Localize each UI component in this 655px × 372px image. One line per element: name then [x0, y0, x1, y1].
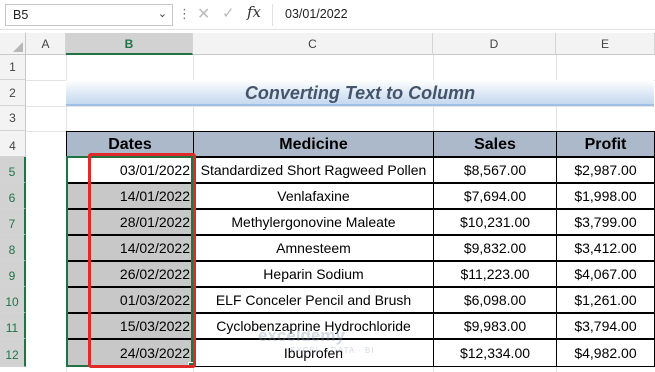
- date-cell[interactable]: 14/02/2022: [66, 235, 194, 261]
- profit-cell[interactable]: $3,799.00: [556, 209, 655, 235]
- column-header-b[interactable]: B: [66, 33, 193, 55]
- column-header-e[interactable]: E: [556, 33, 655, 55]
- table-header-sales[interactable]: Sales: [433, 131, 557, 157]
- name-box-value: B5: [13, 8, 29, 22]
- table-header-profit[interactable]: Profit: [556, 131, 655, 157]
- medicine-cell[interactable]: Heparin Sodium: [193, 261, 434, 287]
- table-header-dates[interactable]: Dates: [66, 131, 194, 157]
- row-header-5[interactable]: 5: [0, 157, 26, 183]
- sales-cell[interactable]: $12,334.00: [433, 339, 557, 367]
- sales-cell[interactable]: $6,098.00: [433, 287, 557, 313]
- gridline: [26, 106, 655, 107]
- medicine-cell[interactable]: Standardized Short Ragweed Pollen: [193, 157, 434, 183]
- row-header-6[interactable]: 6: [0, 183, 26, 209]
- date-cell[interactable]: 26/02/2022: [66, 261, 194, 287]
- row-header-9[interactable]: 9: [0, 261, 26, 287]
- column-header-d[interactable]: D: [433, 33, 556, 55]
- column-header-c[interactable]: C: [193, 33, 433, 55]
- table-header-medicine[interactable]: Medicine: [193, 131, 434, 157]
- sheet-title: Converting Text to Column: [244, 83, 476, 103]
- row-header-8[interactable]: 8: [0, 235, 26, 261]
- date-cell[interactable]: 01/03/2022: [66, 287, 194, 313]
- select-all-triangle-icon: [13, 42, 23, 52]
- row-header-1[interactable]: 1: [0, 55, 26, 80]
- medicine-cell[interactable]: Amnesteem: [193, 235, 434, 261]
- fill-handle[interactable]: [188, 362, 194, 368]
- profit-cell[interactable]: $1,998.00: [556, 183, 655, 209]
- profit-cell[interactable]: $3,794.00: [556, 313, 655, 339]
- row-header-12[interactable]: 12: [0, 339, 26, 367]
- row-header-11[interactable]: 11: [0, 313, 26, 339]
- sales-cell[interactable]: $7,694.00: [433, 183, 557, 209]
- formula-bar: B5 ⌄ ⋮ ✕ ✓ fx 03/01/2022: [0, 0, 655, 30]
- medicine-cell[interactable]: Ibuprofen: [193, 339, 434, 367]
- date-cell[interactable]: 14/01/2022: [66, 183, 194, 209]
- row-header-4[interactable]: 4: [0, 131, 26, 157]
- name-box[interactable]: B5 ⌄: [5, 4, 173, 26]
- profit-cell[interactable]: $2,987.00: [556, 157, 655, 183]
- medicine-cell[interactable]: ELF Conceler Pencil and Brush: [193, 287, 434, 313]
- row-header-10[interactable]: 10: [0, 287, 26, 313]
- sales-cell[interactable]: $8,567.00: [433, 157, 557, 183]
- enter-icon[interactable]: ✓: [222, 4, 235, 22]
- sales-cell[interactable]: $11,223.00: [433, 261, 557, 287]
- medicine-cell[interactable]: Venlafaxine: [193, 183, 434, 209]
- medicine-cell[interactable]: Cyclobenzaprine Hydrochloride: [193, 313, 434, 339]
- column-header-a[interactable]: A: [26, 33, 66, 55]
- row-header-7[interactable]: 7: [0, 209, 26, 235]
- profit-cell[interactable]: $1,261.00: [556, 287, 655, 313]
- medicine-cell[interactable]: Methylergonovine Maleate: [193, 209, 434, 235]
- row-header-3[interactable]: 3: [0, 106, 26, 131]
- date-cell[interactable]: 24/03/2022: [66, 339, 194, 367]
- chevron-down-icon[interactable]: ⌄: [158, 7, 167, 20]
- row-header-2[interactable]: 2: [0, 80, 26, 106]
- select-all-button[interactable]: [0, 33, 26, 55]
- sales-cell[interactable]: $9,983.00: [433, 313, 557, 339]
- profit-cell[interactable]: $4,067.00: [556, 261, 655, 287]
- sales-cell[interactable]: $10,231.00: [433, 209, 557, 235]
- profit-cell[interactable]: $3,412.00: [556, 235, 655, 261]
- formula-input-value: 03/01/2022: [285, 7, 348, 21]
- formula-input[interactable]: 03/01/2022: [272, 4, 650, 26]
- date-cell[interactable]: 03/01/2022: [66, 157, 194, 183]
- sales-cell[interactable]: $9,832.00: [433, 235, 557, 261]
- date-cell[interactable]: 15/03/2022: [66, 313, 194, 339]
- more-options-icon[interactable]: ⋮: [178, 6, 191, 22]
- profit-cell[interactable]: $4,982.00: [556, 339, 655, 367]
- date-cell[interactable]: 28/01/2022: [66, 209, 194, 235]
- insert-function-icon[interactable]: fx: [247, 3, 261, 21]
- cancel-icon[interactable]: ✕: [197, 4, 210, 24]
